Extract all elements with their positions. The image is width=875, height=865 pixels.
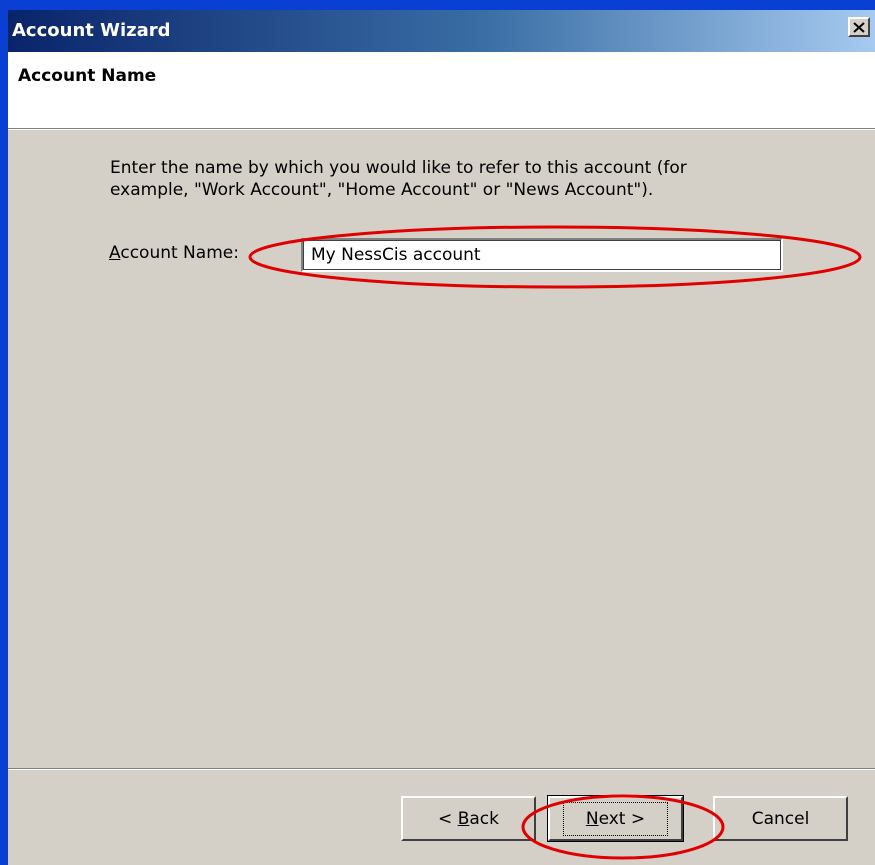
window-title: Account Wizard bbox=[12, 20, 171, 41]
title-bar[interactable]: Account Wizard bbox=[8, 10, 875, 52]
account-name-input[interactable] bbox=[301, 238, 783, 272]
back-button-prefix: < bbox=[438, 808, 458, 829]
cancel-button[interactable]: Cancel bbox=[713, 796, 848, 841]
account-name-label-accel: A bbox=[109, 243, 121, 263]
page-title: Account Name bbox=[18, 66, 157, 86]
header-divider bbox=[8, 128, 875, 130]
wizard-header: Account Name bbox=[8, 52, 875, 128]
account-name-label: Account Name: bbox=[109, 243, 239, 263]
next-button[interactable]: Next > bbox=[547, 795, 684, 842]
back-button[interactable]: < Back bbox=[401, 796, 536, 841]
instruction-line-1: Enter the name by which you would like t… bbox=[110, 158, 687, 178]
instruction-text: Enter the name by which you would like t… bbox=[110, 157, 790, 201]
footer-divider bbox=[8, 768, 875, 770]
next-button-label: ext > bbox=[598, 808, 646, 829]
account-wizard-dialog: Account Wizard Account Name Enter the na… bbox=[8, 10, 875, 865]
account-name-label-text: ccount Name: bbox=[120, 243, 239, 263]
back-button-accel: B bbox=[457, 808, 470, 829]
close-icon bbox=[853, 21, 865, 33]
next-button-focus: Next > bbox=[562, 801, 669, 836]
instruction-line-2: example, "Work Account", "Home Account" … bbox=[110, 180, 654, 200]
back-button-label: ack bbox=[469, 808, 499, 829]
cancel-button-label: Cancel bbox=[751, 808, 810, 829]
close-button[interactable] bbox=[848, 17, 870, 37]
next-button-accel: N bbox=[585, 808, 599, 829]
